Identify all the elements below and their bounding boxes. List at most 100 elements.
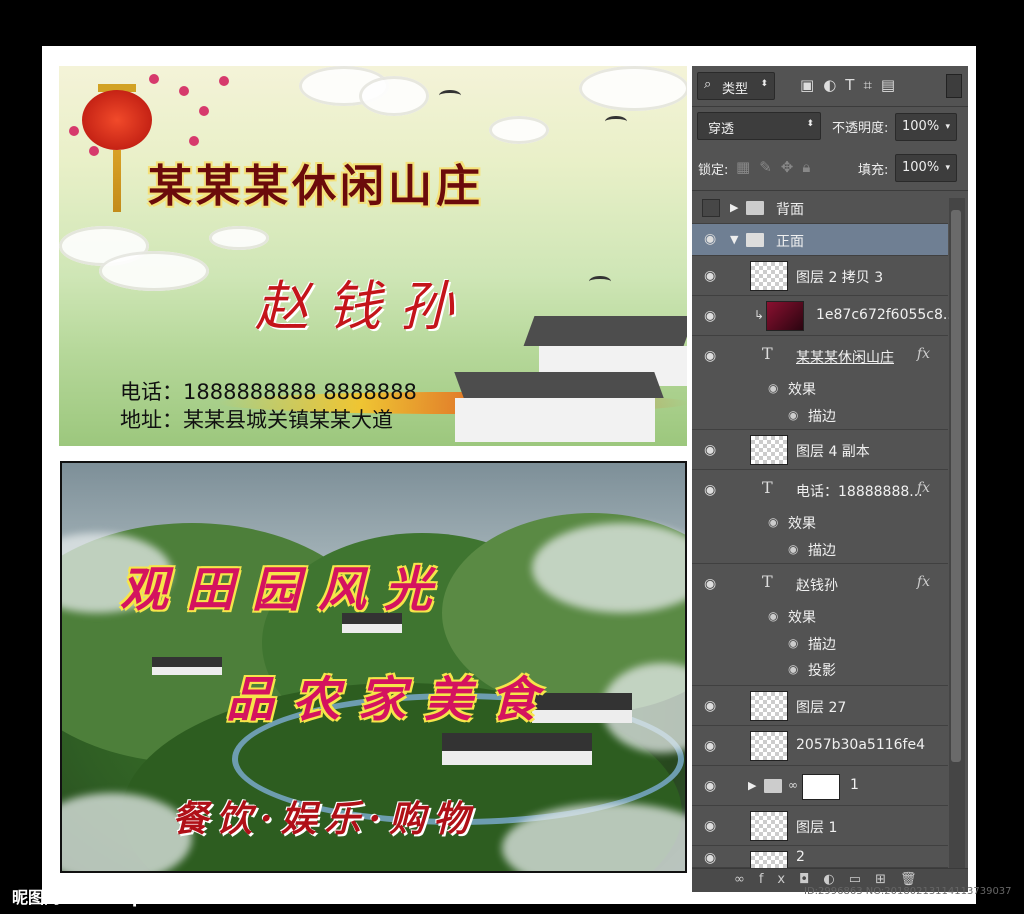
new-group-icon[interactable]: ▭ [849,872,875,887]
layer-row[interactable]: ◉ 图层 27 [692,686,948,726]
fx-icon[interactable]: fx [917,574,930,590]
fill-input[interactable]: 100% ▾ [895,154,957,182]
text-filter-icon[interactable]: T [845,76,863,94]
layer-row[interactable]: ◉ 2 [692,846,948,870]
layer-row[interactable]: ◉ 2057b30a5116fe4 [692,726,948,766]
eye-icon[interactable]: ◉ [768,515,778,529]
effects-label: 效果 [788,610,816,626]
layer-row-front-group[interactable]: ◉ ▼ 正面 [692,224,948,256]
filter-kind-select[interactable]: ⌕ 类型 ⬍ [697,72,775,100]
divider [692,190,968,191]
opacity-label: 不透明度: [832,121,889,136]
image-filter-icon[interactable]: ▣ [800,76,823,94]
opacity-input[interactable]: 100% ▾ [895,113,957,141]
link-icon[interactable]: ∞ [788,778,798,792]
divider [692,106,968,107]
eye-icon[interactable]: ◉ [768,381,778,395]
layer-row-text[interactable]: ◉ T 某某某休闲山庄 fx ◉ 效果 ◉ 描边 [692,336,948,430]
folder-open-icon [746,233,764,247]
mask-icon [802,774,840,800]
shape-filter-icon[interactable]: ⌗ [863,76,880,94]
layer-row-text[interactable]: ◉ T 赵钱孙 fx ◉ 效果 ◉ 描边 ◉ 投影 [692,564,948,686]
layer-name: 1 [850,777,859,793]
adjustment-icon[interactable]: ◐ [823,872,848,887]
lock-icons: ▦✎✥🔒︎ [736,158,819,176]
eye-icon[interactable]: ◉ [788,636,798,650]
layer-row[interactable]: ◉ 图层 2 拷贝 3 [692,256,948,296]
expand-arrow-icon[interactable]: ▶ [730,201,738,214]
lock-all-icon[interactable]: 🔒︎ [802,158,819,176]
layer-row[interactable]: ◉ 图层 1 [692,806,948,846]
slogan-line-2: 品农家美食 [226,672,557,728]
layers-scrollbar[interactable] [949,198,965,868]
eye-icon[interactable]: ◉ [704,738,716,754]
village-building [442,733,592,765]
eye-icon[interactable]: ◉ [788,662,798,676]
slogan-line-3: 餐饮·娱乐·购物 [172,798,478,840]
filter-toggle[interactable] [946,74,962,98]
blend-mode-value: 穿透 [708,122,735,137]
layer-thumbnail [750,435,788,465]
effect-stroke: 描边 [808,543,836,559]
layer-name: 2057b30a5116fe4 [796,737,925,753]
eye-icon[interactable]: ◉ [704,308,716,324]
eye-icon[interactable]: ◉ [704,850,716,866]
layer-name: 图层 4 副本 [796,444,870,460]
phone-line: 电话：1888888888 8888888 [120,380,417,404]
eye-icon[interactable]: ◉ [704,482,716,498]
layer-row-text[interactable]: ◉ T 电话：18888888... fx ◉ 效果 ◉ 描边 [692,470,948,564]
filter-kind-value: 类型 [722,82,749,97]
fx-icon[interactable]: fx [917,480,930,496]
scrollbar-thumb[interactable] [951,210,961,762]
link-icon[interactable]: ∞ [734,872,759,887]
layer-thumbnail [750,691,788,721]
address-line: 地址：某某县城关镇某某大道 [120,408,393,432]
new-layer-icon[interactable]: ⊞ [875,872,900,887]
folder-icon [764,779,782,793]
eye-icon[interactable]: ◉ [704,778,716,794]
fx-icon[interactable]: fx [759,872,799,887]
eye-icon[interactable]: ◉ [704,442,716,458]
layer-row-group-masked[interactable]: ◉ ▶ ∞ 1 [692,766,948,806]
effect-stroke: 描边 [808,637,836,653]
eye-icon[interactable]: ◉ [788,542,798,556]
mask-icon[interactable]: ◘ [799,872,823,887]
eye-icon[interactable]: ◉ [704,268,716,284]
eye-icon[interactable]: ◉ [704,576,716,592]
lock-label: 锁定: [698,163,729,178]
eye-icon[interactable]: ◉ [788,408,798,422]
person-name: 赵钱孙 [255,275,471,338]
eye-icon[interactable]: ◉ [704,348,716,364]
collapse-arrow-icon[interactable]: ▼ [730,233,738,246]
text-layer-icon: T [762,572,773,591]
smart-object-filter-icon[interactable]: ▤ [881,76,904,94]
lock-transparency-icon[interactable]: ▦ [736,158,759,176]
layer-row[interactable]: ◉ 图层 4 副本 [692,430,948,470]
layer-row[interactable]: ◉ ↳ 1e87c672f6055c8... [692,296,956,336]
layer-name: 某某某休闲山庄 [796,350,894,366]
blend-mode-select[interactable]: 穿透 ⬍ [697,112,821,140]
folder-icon [746,201,764,215]
visibility-toggle-off[interactable] [702,199,720,217]
fx-icon[interactable]: fx [917,346,930,362]
layers-panel: ⌕ 类型 ⬍ ▣◐T⌗▤ 穿透 ⬍ 不透明度: 100% ▾ 锁定: ▦✎✥🔒︎… [692,66,968,892]
effects-label: 效果 [788,382,816,398]
expand-arrow-icon[interactable]: ▶ [748,779,756,792]
eye-icon[interactable]: ◉ [704,818,716,834]
text-layer-icon: T [762,344,773,363]
village-building [152,657,222,675]
adjustment-filter-icon[interactable]: ◐ [823,76,845,94]
eye-icon[interactable]: ◉ [704,231,716,247]
clipping-arrow-icon: ↳ [754,308,765,322]
eye-icon[interactable]: ◉ [768,609,778,623]
slogan-line-1: 观田园风光 [120,562,451,618]
eye-icon[interactable]: ◉ [704,698,716,714]
text-layer-icon: T [762,478,773,497]
effects-label: 效果 [788,516,816,532]
fill-value: 100% [902,160,940,175]
lock-move-icon[interactable]: ✥ [781,158,803,176]
opacity-value: 100% [902,119,940,134]
layer-row-back-group[interactable]: ▶ 背面 [692,192,948,224]
lock-paint-icon[interactable]: ✎ [759,158,781,176]
trash-icon[interactable]: 🗑︎ [900,872,931,887]
